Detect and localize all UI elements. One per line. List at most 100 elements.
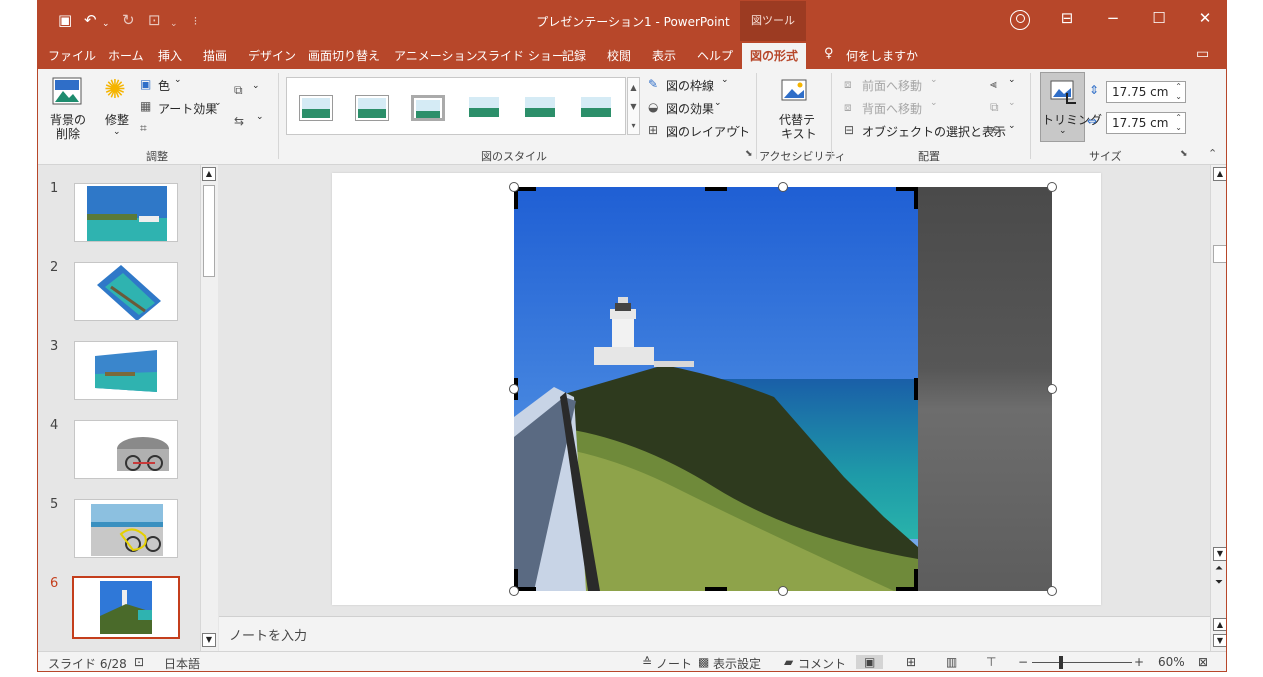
color-icon: ▣ <box>140 77 152 91</box>
picture-border-button[interactable]: 図の枠線 <box>666 77 714 94</box>
picture-effects-button[interactable]: 図の効果 <box>666 100 714 117</box>
accessibility-check-icon[interactable]: ⊡ <box>134 655 144 669</box>
change-picture-icon[interactable]: ⇆ <box>234 114 244 128</box>
slide-thumbnail-4[interactable] <box>74 420 178 479</box>
resize-handle-bottom-left[interactable] <box>509 586 519 596</box>
compress-pictures-icon[interactable]: ⧉ <box>234 83 243 98</box>
reading-view-icon[interactable]: ▥ <box>946 655 957 669</box>
send-backward-button[interactable]: 背面へ移動 <box>862 100 922 117</box>
tab-picture-format[interactable]: 図の形式 <box>742 43 807 69</box>
crop-corner-top-right-v[interactable] <box>914 187 918 209</box>
scroll-down-icon[interactable]: ▼ <box>1213 547 1226 561</box>
resize-handle-left[interactable] <box>509 384 519 394</box>
tab-file[interactable]: ファイル <box>48 47 96 64</box>
picture-style-6[interactable] <box>579 95 613 121</box>
height-spinner[interactable]: ⌃ ⌄ <box>1175 82 1182 102</box>
tab-animations[interactable]: アニメーション <box>394 47 478 64</box>
picture-style-5[interactable] <box>523 95 557 121</box>
zoom-level[interactable]: 60% <box>1158 655 1185 669</box>
transparency-icon[interactable]: ⌗ <box>140 121 147 136</box>
cropped-area[interactable] <box>918 187 1052 591</box>
crop-edge-top[interactable] <box>705 187 727 191</box>
crop-edge-right[interactable] <box>914 378 918 400</box>
tab-view[interactable]: 表示 <box>652 47 676 64</box>
scroll-up-icon[interactable]: ▲ <box>1213 167 1226 181</box>
scrollbar-thumb[interactable] <box>1213 245 1226 263</box>
comments-icon[interactable]: ▭ <box>1196 46 1209 62</box>
tab-transitions[interactable]: 画面切り替え <box>308 47 380 64</box>
selection-pane-button[interactable]: オブジェクトの選択と表示 <box>862 123 1006 140</box>
scroll-down-icon[interactable]: ▼ <box>202 633 216 647</box>
crop-corner-bottom-right-v[interactable] <box>914 569 918 591</box>
lighthouse-picture[interactable] <box>514 187 918 591</box>
fit-to-window-icon[interactable]: ⊠ <box>1198 655 1208 669</box>
collapse-ribbon-icon[interactable]: ⌃ <box>1208 147 1217 160</box>
resize-handle-top-left[interactable] <box>509 182 519 192</box>
ribbon-display-options-icon[interactable]: ⊟ <box>1052 9 1082 27</box>
picture-style-1[interactable] <box>299 95 333 121</box>
maximize-button[interactable]: ☐ <box>1144 9 1174 27</box>
zoom-in-button[interactable]: + <box>1134 655 1144 669</box>
picture-styles-gallery[interactable] <box>286 77 626 135</box>
previous-slide-icon[interactable]: ⏶ <box>1215 563 1223 574</box>
resize-handle-right[interactable] <box>1047 384 1057 394</box>
scroll-up-icon[interactable]: ▲ <box>1213 618 1226 631</box>
editor-scrollbar[interactable]: ▲ ▼ ⏶ ⏷ <box>1210 165 1226 616</box>
slide-thumbnail-1[interactable] <box>74 183 178 242</box>
dialog-launcher-icon[interactable]: ⬊ <box>745 149 753 159</box>
resize-handle-top[interactable] <box>778 182 788 192</box>
resize-handle-bottom-right[interactable] <box>1047 586 1057 596</box>
next-slide-icon[interactable]: ⏷ <box>1215 577 1223 588</box>
dialog-launcher-icon[interactable]: ⬊ <box>1180 149 1188 159</box>
picture-style-4[interactable] <box>467 95 501 121</box>
tab-draw[interactable]: 描画 <box>203 47 227 64</box>
resize-handle-bottom[interactable] <box>778 586 788 596</box>
resize-handle-top-right[interactable] <box>1047 182 1057 192</box>
picture-style-2[interactable] <box>355 95 389 121</box>
height-input[interactable]: 17.75 cm ⌃ ⌄ <box>1106 81 1186 103</box>
align-icon[interactable]: ⫷ <box>990 77 997 92</box>
normal-view-icon[interactable]: ▣ <box>856 655 884 669</box>
slide-thumbnail-5[interactable] <box>74 499 178 558</box>
slide-thumbnail-6[interactable] <box>72 576 180 639</box>
notes-button[interactable]: ノート <box>656 655 692 671</box>
bring-forward-button[interactable]: 前面へ移動 <box>862 77 922 94</box>
tab-design[interactable]: デザイン <box>248 47 296 64</box>
slide-thumbnail-3[interactable] <box>74 341 178 400</box>
zoom-slider-thumb[interactable] <box>1059 656 1063 669</box>
group-objects-icon[interactable]: ⧉ <box>990 100 999 115</box>
notes-pane[interactable]: ノートを入力 <box>219 616 1210 651</box>
scroll-up-icon[interactable]: ▲ <box>202 167 216 181</box>
language[interactable]: 日本語 <box>164 655 200 671</box>
minimize-button[interactable]: − <box>1098 9 1128 27</box>
crop-button[interactable]: トリミング ⌄ <box>1040 72 1102 142</box>
tab-home[interactable]: ホーム <box>108 47 144 64</box>
thumbnail-scrollbar[interactable]: ▲ ▼ <box>200 165 218 651</box>
tab-record[interactable]: 記録 <box>562 47 586 64</box>
zoom-slider[interactable] <box>1032 662 1132 663</box>
slide-show-icon[interactable]: ⊤ <box>986 655 996 669</box>
tab-help[interactable]: ヘルプ <box>697 47 733 64</box>
notes-scrollbar[interactable]: ▲ ▼ <box>1210 616 1226 651</box>
tab-slide-show[interactable]: スライド ショー <box>476 47 564 64</box>
tell-me-search[interactable]: 何をしますか <box>846 47 918 64</box>
rotate-icon[interactable]: ⟲ <box>990 123 1000 137</box>
slide-sorter-icon[interactable]: ⊞ <box>906 655 916 669</box>
scrollbar-thumb[interactable] <box>203 185 215 277</box>
width-input[interactable]: 17.75 cm ⌃ ⌄ <box>1106 112 1186 134</box>
display-settings-button[interactable]: 表示設定 <box>713 655 761 671</box>
picture-style-3[interactable] <box>411 95 445 121</box>
slide-thumbnail-2[interactable] <box>74 262 178 321</box>
comments-button[interactable]: コメント <box>798 655 846 671</box>
tab-review[interactable]: 校閲 <box>607 47 631 64</box>
account-avatar-icon[interactable] <box>1010 10 1030 30</box>
tab-insert[interactable]: 挿入 <box>158 47 182 64</box>
close-button[interactable]: ✕ <box>1190 9 1220 27</box>
slide-count[interactable]: スライド 6/28 <box>48 655 127 671</box>
crop-edge-bottom[interactable] <box>705 587 727 591</box>
zoom-out-button[interactable]: − <box>1018 655 1028 669</box>
crop-icon <box>1050 80 1076 104</box>
width-spinner[interactable]: ⌃ ⌄ <box>1175 113 1182 133</box>
gallery-scroll[interactable]: ▲ ▼ ▾ <box>627 77 640 135</box>
scroll-down-icon[interactable]: ▼ <box>1213 634 1226 647</box>
